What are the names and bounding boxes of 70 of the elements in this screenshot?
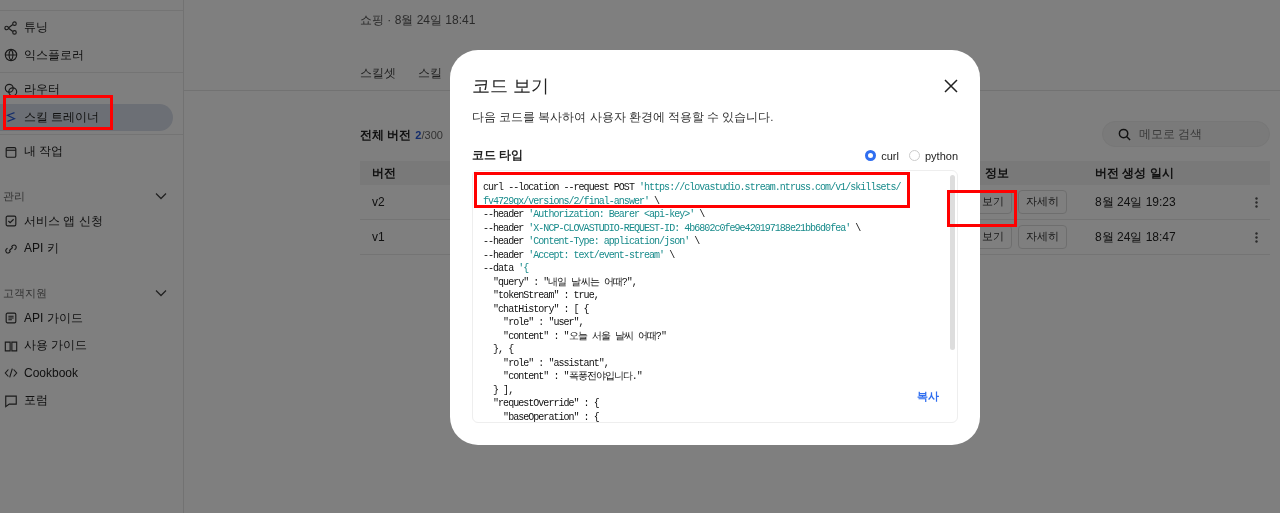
code-line: fv4729qx/versions/2/final-answer' \ [483,194,660,208]
row-button[interactable]: 자세히 [1018,190,1067,214]
code-line: --header 'X-NCP-CLOVASTUDIO-REQUEST-ID: 4b6802c0fe9e420197188e21bb6d0fea' \ [483,221,861,235]
copy-button[interactable]: 복사 [917,389,939,404]
sidebar-item[interactable]: 서비스 앱 신청 [0,207,173,235]
search-icon [1118,128,1131,141]
nodes-icon [4,20,18,35]
code-line: "tokenStream" : true, [492,289,599,303]
section-title: 관리 [3,188,25,204]
row-button[interactable]: 자세히 [1018,225,1067,249]
code-line: curl --location --request POST 'https://clovastudio.stream.ntruss.com/v1/skillsets/ [483,181,901,195]
version-count: 2 [415,128,422,141]
sidebar-item[interactable]: 익스플로러 [0,41,173,69]
table-cell-text: 8월 24일 18:47 [1095,228,1177,246]
code-line: "role" : "user", [502,316,584,330]
code-line: "requestOverride" : { [492,397,599,411]
column-header: 버전 [371,164,397,182]
code-line: "query" : "내일 날씨는 어때?", [492,275,637,289]
dialog-title: 코드 보기 [472,75,549,98]
chevron-icon[interactable] [155,289,167,297]
scrollbar[interactable] [950,175,955,350]
section-title: 전체 버전 [360,127,412,142]
link-icon [4,241,18,256]
search-field[interactable]: 메모로 검색 [1102,121,1270,147]
breadcrumb: 쇼핑 · 8월 24일 18:41 [360,12,476,29]
s-shape-icon [4,110,18,125]
more-icon[interactable] [1255,196,1258,208]
code-line: } ], [492,383,514,397]
column-header: 버전 생성 일시 [1095,164,1175,182]
code-line: --header 'Content-Type: application/json' \ [483,235,700,249]
tab[interactable]: 스킬셋 [360,65,396,82]
code-line: "content" : "폭풍전야입니다." [502,370,642,384]
close-button[interactable] [944,79,958,93]
code-line: "baseOperation" : { [502,410,599,422]
code-line: }, { [492,343,514,357]
more-icon[interactable] [1255,231,1258,243]
radio-option[interactable]: curl [865,149,899,162]
version-total: /300 [421,128,443,141]
sidebar-item[interactable]: API 가이드 [0,304,173,332]
code-line: --data '{ [483,262,529,276]
code-line: --header 'Authorization: Bearer <api-key>' \ [483,208,705,222]
code-line: "chatHistory" : [ { [492,302,589,316]
clipboard-icon [4,144,18,159]
column-header: 정보 [984,164,1010,182]
document-icon [4,311,18,326]
code-line: "content" : "오늘 서울 날씨 어때?" [502,329,666,343]
dialog-description: 다음 코드를 복사하여 사용자 환경에 적용할 수 있습니다. [472,110,774,125]
highlight-box [947,190,1017,227]
code-line: "role" : "assistant", [502,356,609,370]
circles-icon [4,82,18,97]
table-cell-text: v1 [371,230,386,244]
table-cell-text: 8월 24일 19:23 [1095,193,1177,211]
section-title: 고객지원 [3,285,47,301]
sidebar-item[interactable]: 튜닝 [0,14,173,42]
globe-icon [4,48,18,63]
radio-option[interactable]: python [908,149,958,162]
sidebar-item[interactable]: 내 작업 [0,138,173,166]
sidebar-item[interactable]: 사용 가이드 [0,332,173,360]
table-cell-text: v2 [371,195,386,209]
chevron-icon[interactable] [155,192,167,200]
sidebar-item[interactable]: 라우터 [0,76,173,104]
field-label: 코드 타입 [472,147,524,164]
sidebar-item[interactable]: Cookbook [0,359,173,387]
checkbox-icon [4,214,18,229]
code-line: --header 'Accept: text/event-stream' \ [483,248,675,262]
sidebar-item[interactable]: API 키 [0,235,173,263]
speech-bubble-icon [4,393,18,408]
tab[interactable]: 스킬 [418,65,442,82]
book-icon [4,338,18,353]
sidebar-item[interactable]: 포럼 [0,387,173,415]
